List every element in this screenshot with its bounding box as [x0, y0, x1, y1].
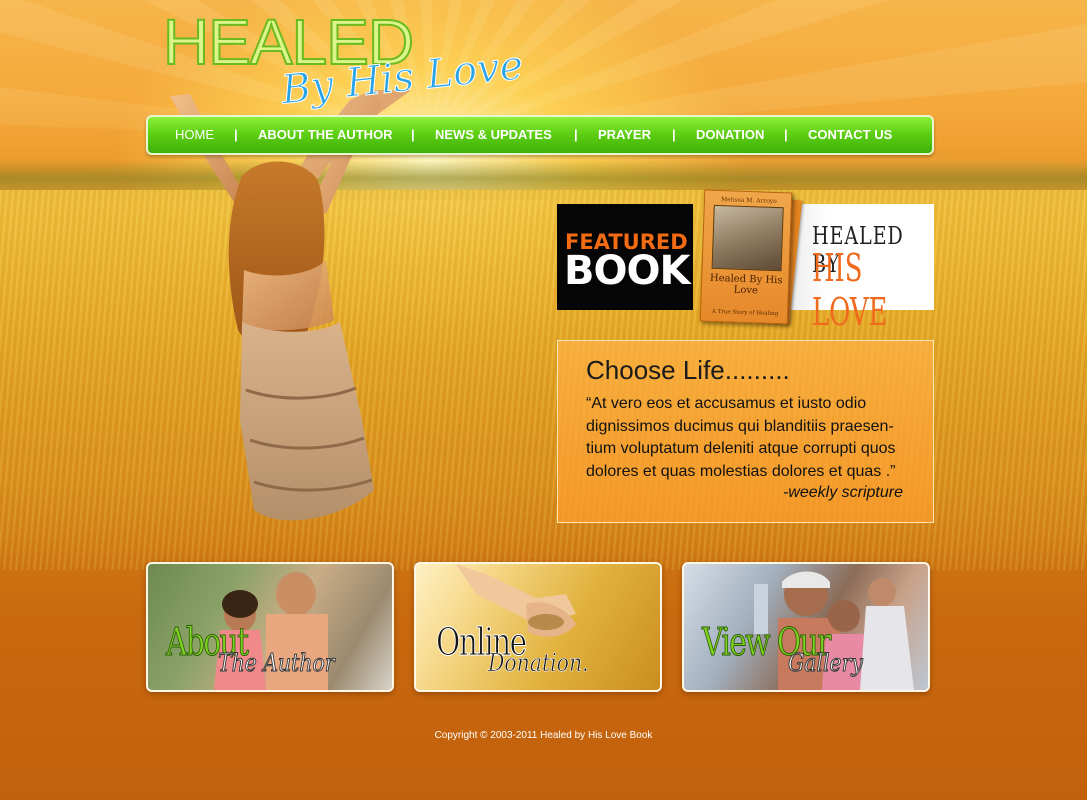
- featured-book-label[interactable]: FEATURED BOOK: [557, 204, 693, 310]
- featured-label-bottom: BOOK: [564, 248, 690, 294]
- featured-book-title-panel[interactable]: HEALED BY HIS LOVE: [782, 204, 934, 334]
- nav-prayer[interactable]: PRAYER: [598, 127, 651, 142]
- main-nav: HOME | ABOUT THE AUTHOR | NEWS & UPDATES…: [146, 115, 934, 155]
- scripture-quote: “At vero eos et accusamus et iusto odio …: [586, 395, 896, 480]
- nav-about-the-author[interactable]: ABOUT THE AUTHOR: [258, 127, 393, 142]
- book-cover-author: Melissa M. Arroyo: [720, 196, 777, 206]
- hero-woman-image: [170, 90, 410, 521]
- site-logo[interactable]: HEALED By His Love: [162, 9, 543, 120]
- online-donation-card[interactable]: Online Donation.: [414, 562, 662, 692]
- nav-separator: |: [411, 127, 415, 142]
- view-our-gallery-card[interactable]: View Our Gallery: [682, 562, 930, 692]
- weekly-scripture-box: Choose Life......... “At vero eos et acc…: [557, 340, 934, 523]
- scripture-attribution: -weekly scripture: [782, 484, 903, 501]
- nav-home[interactable]: HOME: [175, 127, 214, 142]
- about-the-author-card[interactable]: About The Author: [146, 562, 394, 692]
- book-cover-title: Healed By His Love: [709, 272, 783, 297]
- featured-title-line2: HIS LOVE: [812, 246, 888, 334]
- nav-donation[interactable]: DONATION: [696, 127, 764, 142]
- nav-contact-us[interactable]: CONTACT US: [808, 127, 892, 142]
- card-about-small: The Author: [218, 649, 335, 677]
- nav-separator: |: [784, 127, 788, 142]
- book-cover[interactable]: Melissa M. Arroyo Healed By His Love A T…: [699, 189, 793, 325]
- nav-separator: |: [234, 127, 238, 142]
- book-cover-photo: [711, 204, 784, 272]
- nav-news-updates[interactable]: NEWS & UPDATES: [435, 127, 552, 142]
- footer-copyright: Copyright © 2003-2011 Healed by His Love…: [434, 730, 653, 741]
- nav-separator: |: [672, 127, 676, 142]
- card-gallery-small: Gallery: [788, 649, 864, 677]
- card-donation-small: Donation.: [488, 649, 589, 677]
- nav-separator: |: [574, 127, 578, 142]
- book-cover-tagline: A True Story of Healing: [711, 308, 779, 318]
- scripture-heading: Choose Life.........: [586, 355, 790, 385]
